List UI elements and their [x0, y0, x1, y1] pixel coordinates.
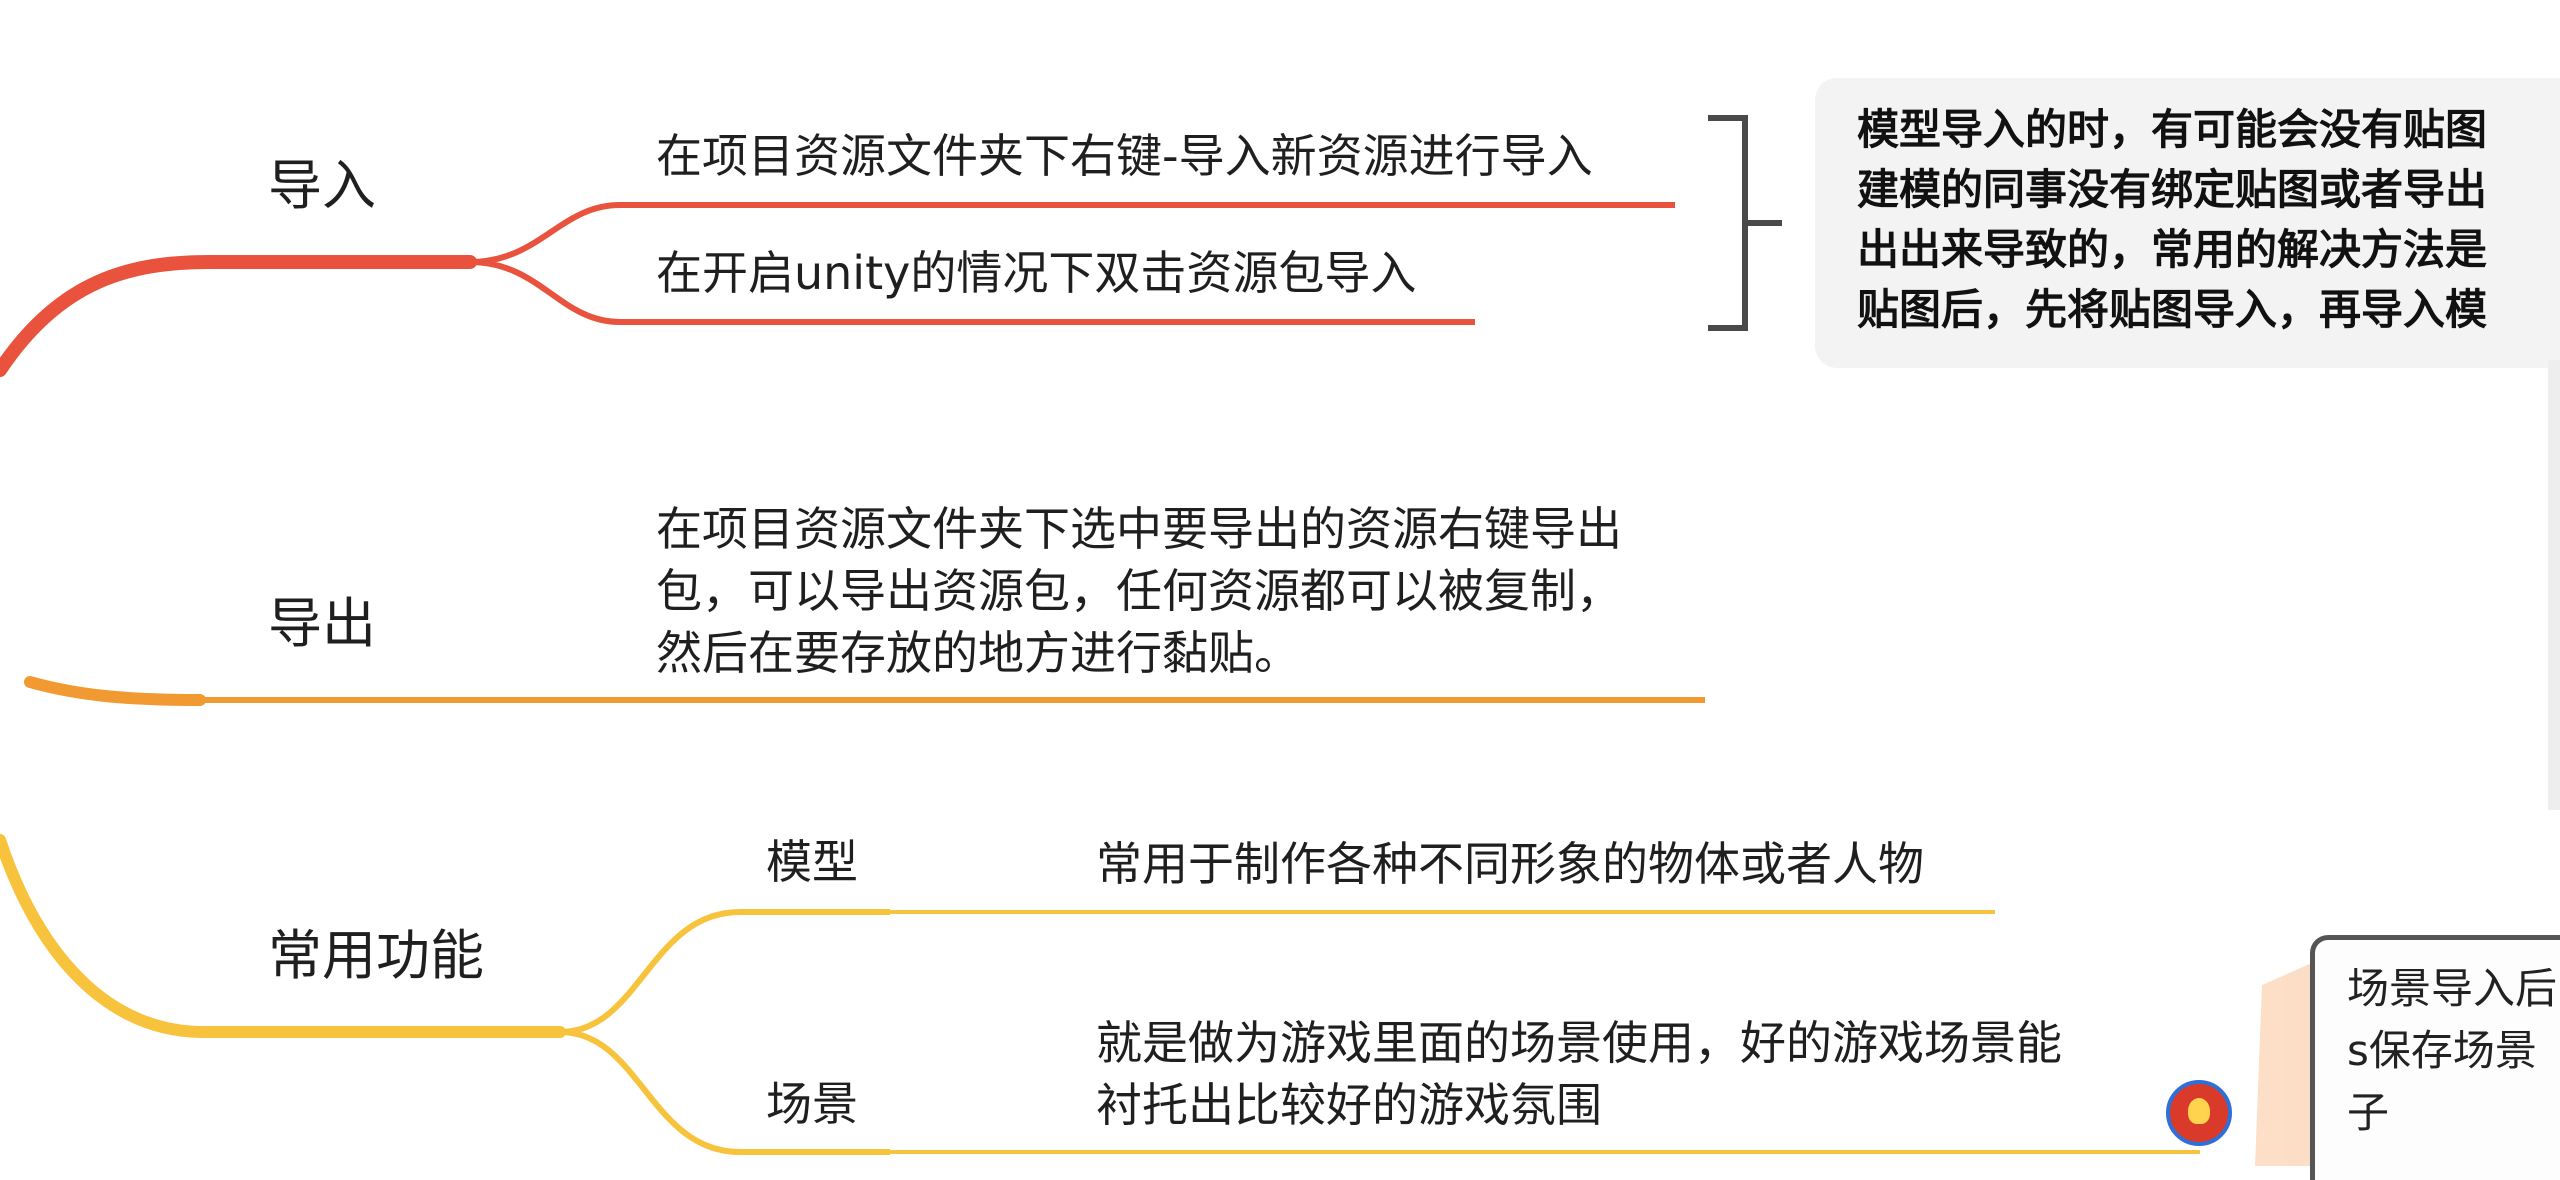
note-line: 贴图后，先将贴图导入，再导入模: [1857, 285, 2488, 334]
topic-common: 常用功能: [268, 924, 484, 987]
side-note: 场景导入后 s保存场景 子: [2310, 935, 2560, 1180]
subtopic-model: 模型: [766, 835, 858, 889]
common-model-connector: [559, 909, 890, 1035]
side-note-line: s保存场景: [2347, 1026, 2537, 1075]
note-callout: 模型导入的时，有可能会没有贴图 建模的同事没有绑定贴图或者导出 出出来导致的，常…: [1815, 78, 2560, 368]
side-note-line: 子: [2347, 1088, 2390, 1137]
export-desc-line: 包，可以导出资源包，任何资源都可以被复制，: [656, 564, 1622, 618]
scrollbar-track[interactable]: [2548, 360, 2560, 810]
scene-desc-line: 衬托出比较好的游戏氛围: [1096, 1078, 1602, 1132]
scene-desc: 就是做为游戏里面的场景使用，好的游戏场景能 衬托出比较好的游戏氛围: [1096, 1012, 2236, 1136]
note-line: 出出来导致的，常用的解决方法是: [1857, 225, 2488, 274]
model-desc: 常用于制作各种不同形象的物体或者人物: [1096, 837, 1924, 891]
note-line: 模型导入的时，有可能会没有贴图: [1857, 105, 2488, 154]
side-note-line: 场景导入后: [2347, 964, 2558, 1013]
export-desc: 在项目资源文件夹下选中要导出的资源右键导出 包，可以导出资源包，任何资源都可以被…: [656, 498, 1716, 684]
trunk-export: [24, 676, 206, 706]
note-callout-text: 模型导入的时，有可能会没有贴图 建模的同事没有绑定贴图或者导出 出出来导致的，常…: [1857, 100, 2560, 340]
user-avatar[interactable]: [2166, 1080, 2232, 1146]
import-item-2: 在开启unity的情况下双击资源包导入: [656, 246, 1417, 300]
topic-export: 导出: [268, 592, 376, 655]
callout-bracket: [1708, 115, 1782, 331]
topic-import: 导入: [268, 154, 376, 217]
export-desc-line: 在项目资源文件夹下选中要导出的资源右键导出: [656, 502, 1622, 556]
export-desc-line: 然后在要存放的地方进行黏贴。: [656, 626, 1300, 680]
subtopic-scene: 场景: [766, 1077, 858, 1131]
side-note-text: 场景导入后 s保存场景 子: [2347, 958, 2557, 1144]
import-item-1: 在项目资源文件夹下右键-导入新资源进行导入: [656, 129, 1593, 183]
scene-desc-line: 就是做为游戏里面的场景使用，好的游戏场景能: [1096, 1016, 2062, 1070]
trunk-import: [0, 255, 477, 377]
note-line: 建模的同事没有绑定贴图或者导出: [1857, 165, 2488, 214]
